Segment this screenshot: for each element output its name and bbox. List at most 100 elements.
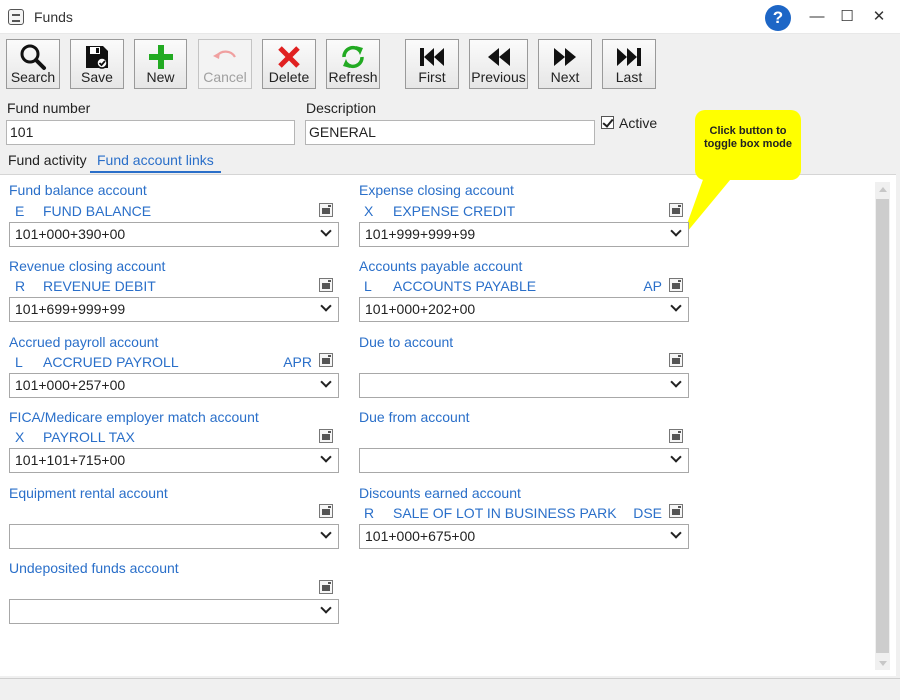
revenue-closing-toggle-icon[interactable] [319, 278, 333, 292]
next-button[interactable]: Next [538, 39, 592, 89]
fica-select[interactable]: 101+101+715+00 [9, 448, 339, 473]
discounts-earned-title: Discounts earned account [359, 485, 521, 501]
discounts-earned-select[interactable]: 101+000+675+00 [359, 524, 689, 549]
accounts-payable-value: 101+000+202+00 [365, 301, 476, 317]
fund-balance-title: Fund balance account [9, 182, 147, 198]
revenue-closing-title: Revenue closing account [9, 258, 166, 274]
undeposited-toggle-icon[interactable] [319, 580, 333, 594]
revenue-closing-select[interactable]: 101+699+999+99 [9, 297, 339, 322]
close-button[interactable]: ✕ [866, 5, 892, 29]
tab-fund-account-links[interactable]: Fund account links [90, 149, 221, 173]
fund-balance-value: 101+000+390+00 [15, 226, 126, 242]
refresh-icon [342, 45, 364, 69]
equipment-rental-title: Equipment rental account [9, 485, 168, 501]
accrued-payroll-desc: ACCRUED PAYROLL [43, 354, 179, 370]
scroll-up-arrow-icon[interactable] [879, 187, 887, 192]
equipment-rental-toggle-icon[interactable] [319, 504, 333, 518]
first-button[interactable]: First [405, 39, 459, 89]
delete-x-icon [278, 46, 300, 68]
due-from-select[interactable] [359, 448, 689, 473]
revenue-closing-desc: REVENUE DEBIT [43, 278, 156, 294]
accounts-payable-select[interactable]: 101+000+202+00 [359, 297, 689, 322]
fica-title: FICA/Medicare employer match account [9, 409, 259, 425]
accounts-payable-desc: ACCOUNTS PAYABLE [393, 278, 537, 294]
cancel-label: Cancel [203, 69, 247, 85]
window-title: Funds [34, 9, 73, 25]
accounts-payable-abbr: AP [643, 278, 662, 294]
fund-balance-code: E [15, 203, 25, 219]
vertical-scrollbar[interactable] [875, 182, 890, 670]
app-icon [8, 9, 24, 25]
due-to-select[interactable] [359, 373, 689, 398]
discounts-earned-toggle-icon[interactable] [669, 504, 683, 518]
new-label: New [146, 69, 175, 85]
fica-desc: PAYROLL TAX [43, 429, 135, 445]
due-from-toggle-icon[interactable] [669, 429, 683, 443]
accrued-payroll-value: 101+000+257+00 [15, 377, 126, 393]
discounts-earned-desc: SALE OF LOT IN BUSINESS PARK [393, 505, 617, 521]
fund-number-input[interactable]: 101 [6, 120, 295, 145]
accrued-payroll-title: Accrued payroll account [9, 334, 159, 350]
minimize-button[interactable]: — [804, 5, 830, 29]
search-label: Search [10, 69, 56, 85]
last-button[interactable]: Last [602, 39, 656, 89]
save-button[interactable]: Save [70, 39, 124, 89]
delete-label: Delete [268, 69, 310, 85]
chevron-down-icon [320, 602, 332, 614]
tab-fund-activity[interactable]: Fund activity [1, 149, 94, 173]
expense-closing-toggle-icon[interactable] [669, 203, 683, 217]
expense-closing-select[interactable]: 101+999+999+99 [359, 222, 689, 247]
expense-closing-title: Expense closing account [359, 182, 514, 198]
discounts-earned-value: 101+000+675+00 [365, 528, 476, 544]
due-from-title: Due from account [359, 409, 470, 425]
cancel-button[interactable]: Cancel [198, 39, 252, 89]
accrued-payroll-select[interactable]: 101+000+257+00 [9, 373, 339, 398]
undeposited-select[interactable] [9, 599, 339, 624]
next-icon [554, 48, 576, 66]
chevron-down-icon [670, 225, 682, 237]
expense-closing-value: 101+999+999+99 [365, 226, 476, 242]
due-to-toggle-icon[interactable] [669, 353, 683, 367]
revenue-closing-code: R [15, 278, 26, 294]
undo-icon [213, 50, 236, 59]
chevron-down-icon [320, 376, 332, 388]
previous-button[interactable]: Previous [469, 39, 528, 89]
active-checkbox[interactable] [601, 116, 614, 129]
equipment-rental-select[interactable] [9, 524, 339, 549]
fica-code: X [15, 429, 25, 445]
expense-closing-desc: EXPENSE CREDIT [393, 203, 516, 219]
accrued-payroll-toggle-icon[interactable] [319, 353, 333, 367]
discounts-earned-abbr: DSE [633, 505, 662, 521]
maximize-button[interactable]: ☐ [834, 5, 860, 29]
chevron-down-icon [670, 300, 682, 312]
active-label: Active [619, 115, 658, 131]
last-label: Last [615, 69, 643, 85]
scroll-thumb[interactable] [876, 199, 889, 653]
accrued-payroll-code: L [15, 354, 23, 370]
previous-label: Previous [471, 69, 526, 85]
delete-button[interactable]: Delete [262, 39, 316, 89]
status-bar [0, 678, 900, 700]
last-icon [617, 48, 641, 66]
fund-balance-toggle-icon[interactable] [319, 203, 333, 217]
search-icon [20, 44, 46, 70]
fund-number-label: Fund number [7, 100, 91, 116]
save-icon [86, 46, 108, 69]
first-label: First [418, 69, 446, 85]
fund-balance-desc: FUND BALANCE [43, 203, 152, 219]
accrued-payroll-abbr: APR [283, 354, 312, 370]
discounts-earned-code: R [364, 505, 375, 521]
scroll-down-arrow-icon[interactable] [879, 661, 887, 666]
fund-balance-select[interactable]: 101+000+390+00 [9, 222, 339, 247]
help-button[interactable]: ? [765, 5, 791, 31]
revenue-closing-value: 101+699+999+99 [15, 301, 126, 317]
refresh-button[interactable]: Refresh [326, 39, 380, 89]
save-label: Save [81, 69, 113, 85]
search-button[interactable]: Search [6, 39, 60, 89]
description-input[interactable]: GENERAL [305, 120, 595, 145]
chevron-down-icon [320, 300, 332, 312]
title-bar: Funds ? — ☐ ✕ [0, 0, 900, 34]
accounts-payable-toggle-icon[interactable] [669, 278, 683, 292]
fica-toggle-icon[interactable] [319, 429, 333, 443]
new-button[interactable]: New [134, 39, 187, 89]
